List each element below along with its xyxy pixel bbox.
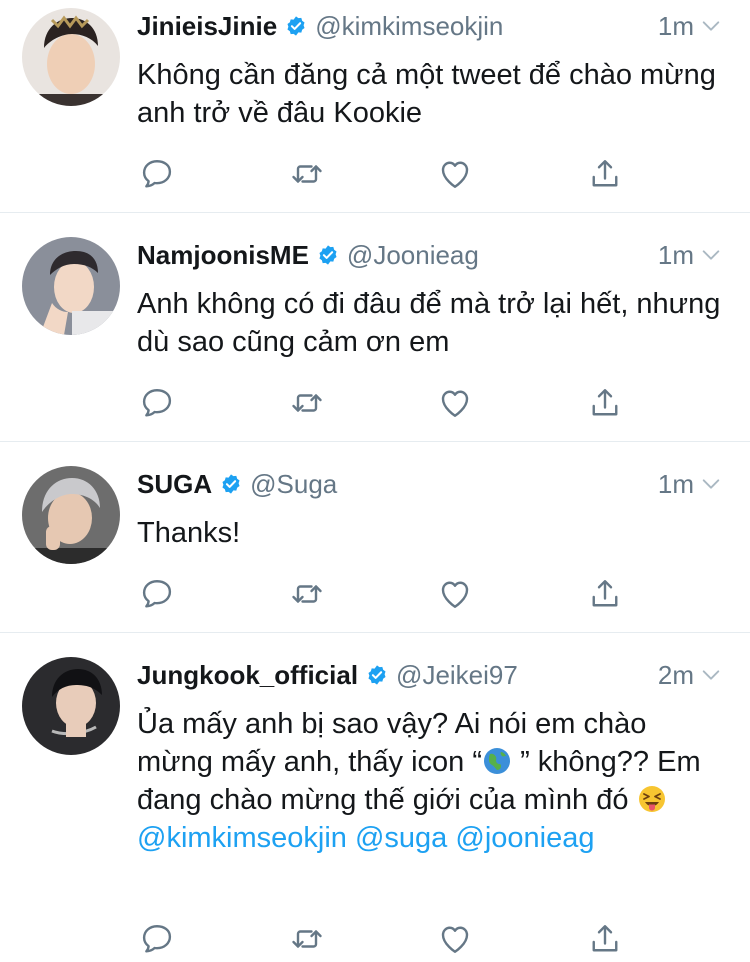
share-button[interactable] (585, 919, 625, 959)
retweet-icon (289, 576, 325, 612)
heart-icon (437, 385, 473, 421)
avatar[interactable] (22, 237, 120, 335)
tweet-3[interactable]: SUGA @Suga 1m Thanks! (0, 442, 750, 632)
squinting-tongue-face-icon: 😝 (638, 786, 665, 812)
handle[interactable]: @Jeikei97 (396, 660, 518, 691)
tweet-1[interactable]: JinieisJinie @kimkimseokjin 1m Không cần… (0, 0, 750, 212)
tweet-text: Không cần đăng cả một tweet để chào mừng… (137, 59, 716, 129)
tweet-text: Thanks! (137, 517, 241, 549)
share-button[interactable] (585, 383, 625, 423)
retweet-icon (289, 156, 325, 192)
avatar[interactable] (22, 657, 120, 755)
retweet-button[interactable] (287, 574, 327, 614)
like-button[interactable] (435, 574, 475, 614)
tweet-text: Anh không có đi đâu để mà trở lại hết, n… (137, 288, 721, 358)
share-icon (587, 576, 623, 612)
reply-icon (139, 576, 175, 612)
heart-icon (437, 921, 473, 957)
display-name[interactable]: NamjoonisME (137, 240, 309, 271)
chevron-down-icon[interactable] (700, 473, 722, 495)
reply-icon (139, 385, 175, 421)
share-icon (587, 921, 623, 957)
tweet-2[interactable]: NamjoonisME @Joonieag 1m Anh không có đi… (0, 213, 750, 442)
share-icon (587, 156, 623, 192)
display-name[interactable]: JinieisJinie (137, 11, 277, 42)
retweet-icon (289, 921, 325, 957)
timestamp[interactable]: 1m (658, 240, 694, 271)
share-button[interactable] (585, 154, 625, 194)
display-name[interactable]: Jungkook_official (137, 660, 358, 691)
handle[interactable]: @Suga (250, 469, 337, 500)
verified-badge-icon (285, 15, 307, 37)
verified-badge-icon (366, 664, 388, 686)
chevron-down-icon[interactable] (700, 244, 722, 266)
reply-button[interactable] (137, 383, 177, 423)
handle[interactable]: @Joonieag (347, 240, 479, 271)
heart-icon (437, 156, 473, 192)
reply-button[interactable] (137, 919, 177, 959)
handle[interactable]: @kimkimseokjin (315, 11, 503, 42)
retweet-button[interactable] (287, 154, 327, 194)
like-button[interactable] (435, 154, 475, 194)
verified-badge-icon (317, 244, 339, 266)
timestamp[interactable]: 1m (658, 11, 694, 42)
reply-icon (139, 921, 175, 957)
share-button[interactable] (585, 574, 625, 614)
tweet-4[interactable]: Jungkook_official @Jeikei97 2m Ủa mấy an… (0, 633, 750, 962)
reply-icon (139, 156, 175, 192)
mention-link[interactable]: @joonieag (455, 822, 594, 854)
mention-link[interactable]: @suga (355, 822, 447, 854)
timestamp[interactable]: 1m (658, 469, 694, 500)
verified-badge-icon (220, 473, 242, 495)
share-icon (587, 385, 623, 421)
chevron-down-icon[interactable] (700, 15, 722, 37)
avatar[interactable] (22, 466, 120, 564)
avatar[interactable] (22, 8, 120, 106)
retweet-button[interactable] (287, 919, 327, 959)
mention-link[interactable]: @kimkimseokjin (137, 822, 347, 854)
timestamp[interactable]: 2m (658, 660, 694, 691)
retweet-icon (289, 385, 325, 421)
retweet-button[interactable] (287, 383, 327, 423)
heart-icon (437, 576, 473, 612)
reply-button[interactable] (137, 574, 177, 614)
like-button[interactable] (435, 383, 475, 423)
tweet-text: Ủa mấy anh bị sao vậy? Ai nói em chào mừ… (137, 705, 727, 857)
chevron-down-icon[interactable] (700, 664, 722, 686)
display-name[interactable]: SUGA (137, 469, 212, 500)
globe-emoji-icon: 🌍 (484, 748, 511, 774)
reply-button[interactable] (137, 154, 177, 194)
like-button[interactable] (435, 919, 475, 959)
